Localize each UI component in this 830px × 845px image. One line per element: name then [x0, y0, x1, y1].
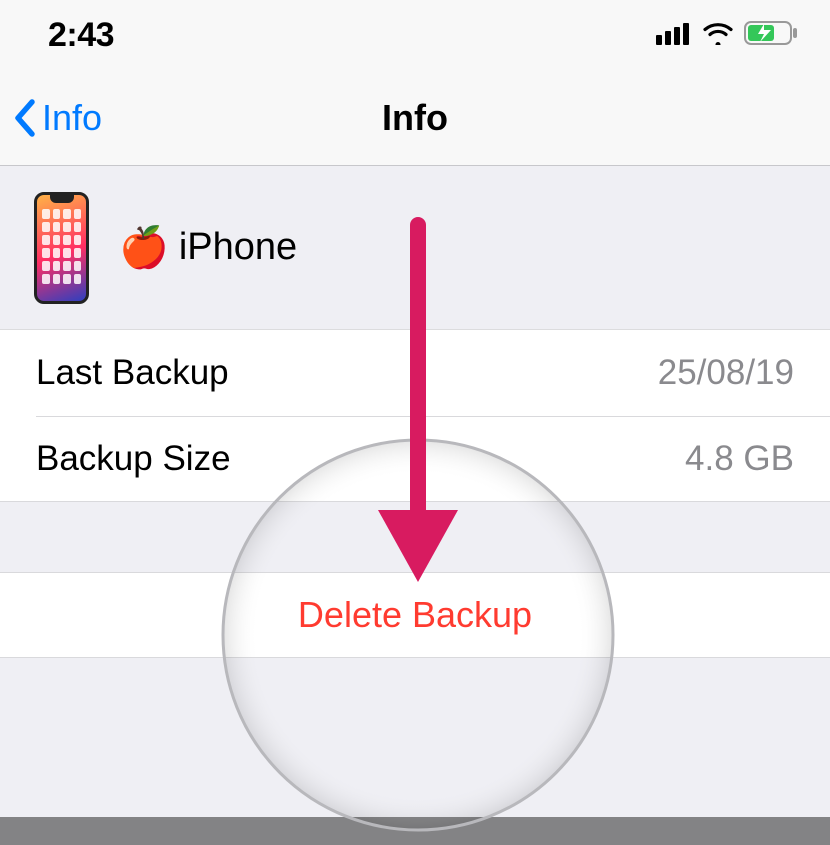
row-backup-size: Backup Size 4.8 GB [0, 416, 830, 502]
battery-icon [744, 20, 800, 51]
device-header: 🍎 iPhone [0, 166, 830, 330]
wifi-icon [702, 21, 734, 50]
page-title: Info [382, 97, 448, 139]
back-button[interactable]: Info [0, 97, 102, 139]
nav-bar: Info Info [0, 70, 830, 166]
device-name: 🍎 iPhone [119, 224, 297, 271]
row-value: 4.8 GB [685, 439, 794, 479]
apple-emoji-icon: 🍎 [119, 224, 169, 271]
spacer [0, 658, 830, 838]
back-label: Info [42, 97, 102, 139]
device-name-text: iPhone [179, 226, 297, 269]
chevron-left-icon [12, 98, 40, 138]
row-last-backup: Last Backup 25/08/19 [0, 330, 830, 416]
section-gap [0, 502, 830, 572]
bottom-crop-shade [0, 817, 830, 845]
row-label: Backup Size [36, 439, 231, 479]
row-label: Last Backup [36, 353, 229, 393]
delete-backup-label: Delete Backup [298, 594, 532, 636]
cellular-icon [656, 21, 692, 50]
status-indicators [656, 20, 800, 51]
delete-backup-button[interactable]: Delete Backup [0, 572, 830, 658]
status-bar: 2:43 [0, 0, 830, 70]
status-time: 2:43 [48, 16, 114, 55]
device-thumbnail [34, 192, 89, 304]
row-value: 25/08/19 [658, 353, 794, 393]
